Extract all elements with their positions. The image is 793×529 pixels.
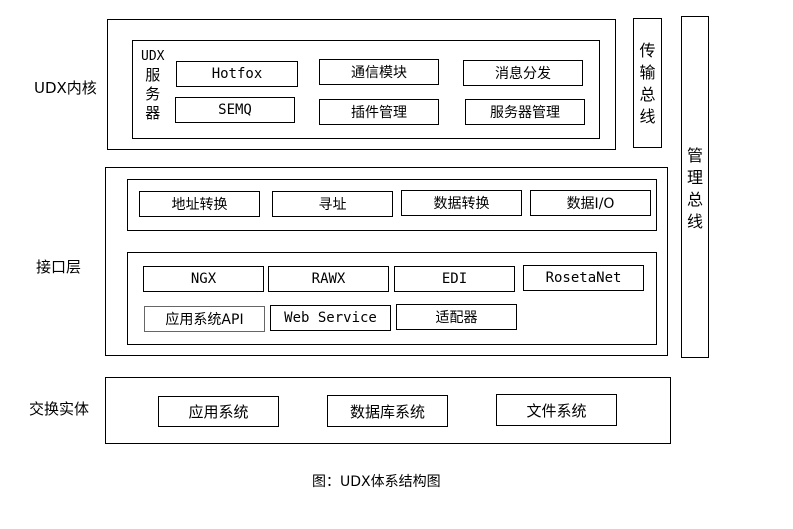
- module-semq: SEMQ: [175, 97, 295, 123]
- kernel-layer-label: UDX内核: [34, 79, 97, 97]
- protocol-ngx: NGX: [143, 266, 264, 292]
- exchange-layer-label: 交换实体: [29, 400, 90, 418]
- interface-layer-label: 接口层: [36, 258, 82, 276]
- figure-caption: 图：UDX体系结构图: [312, 474, 441, 490]
- exchange-application-system: 应用系统: [158, 396, 279, 427]
- data-io: 数据I/O: [530, 190, 651, 216]
- module-server-management: 服务器管理: [465, 99, 585, 125]
- exchange-file-system: 文件系统: [496, 394, 617, 426]
- addressing: 寻址: [272, 191, 393, 217]
- protocol-rawx: RAWX: [268, 266, 389, 292]
- data-conversion: 数据转换: [401, 190, 522, 216]
- module-message-dispatch: 消息分发: [463, 60, 583, 86]
- adapter: 适配器: [396, 304, 517, 330]
- exchange-database-system: 数据库系统: [327, 395, 448, 427]
- application-system-api: 应用系统API: [144, 306, 265, 332]
- module-communication: 通信模块: [319, 59, 439, 85]
- transport-bus-label: 传 输 总 线: [639, 41, 656, 126]
- server-group-label: UDX 服 务 器: [141, 49, 165, 122]
- web-service: Web Service: [270, 305, 391, 331]
- management-bus-label: 管 理 总 线: [686, 146, 703, 231]
- address-translation: 地址转换: [139, 191, 260, 217]
- module-hotfox: Hotfox: [176, 61, 298, 87]
- protocol-edi: EDI: [394, 266, 515, 292]
- module-plugin-management: 插件管理: [319, 99, 439, 125]
- protocol-rosettanet: RosetaNet: [523, 265, 644, 291]
